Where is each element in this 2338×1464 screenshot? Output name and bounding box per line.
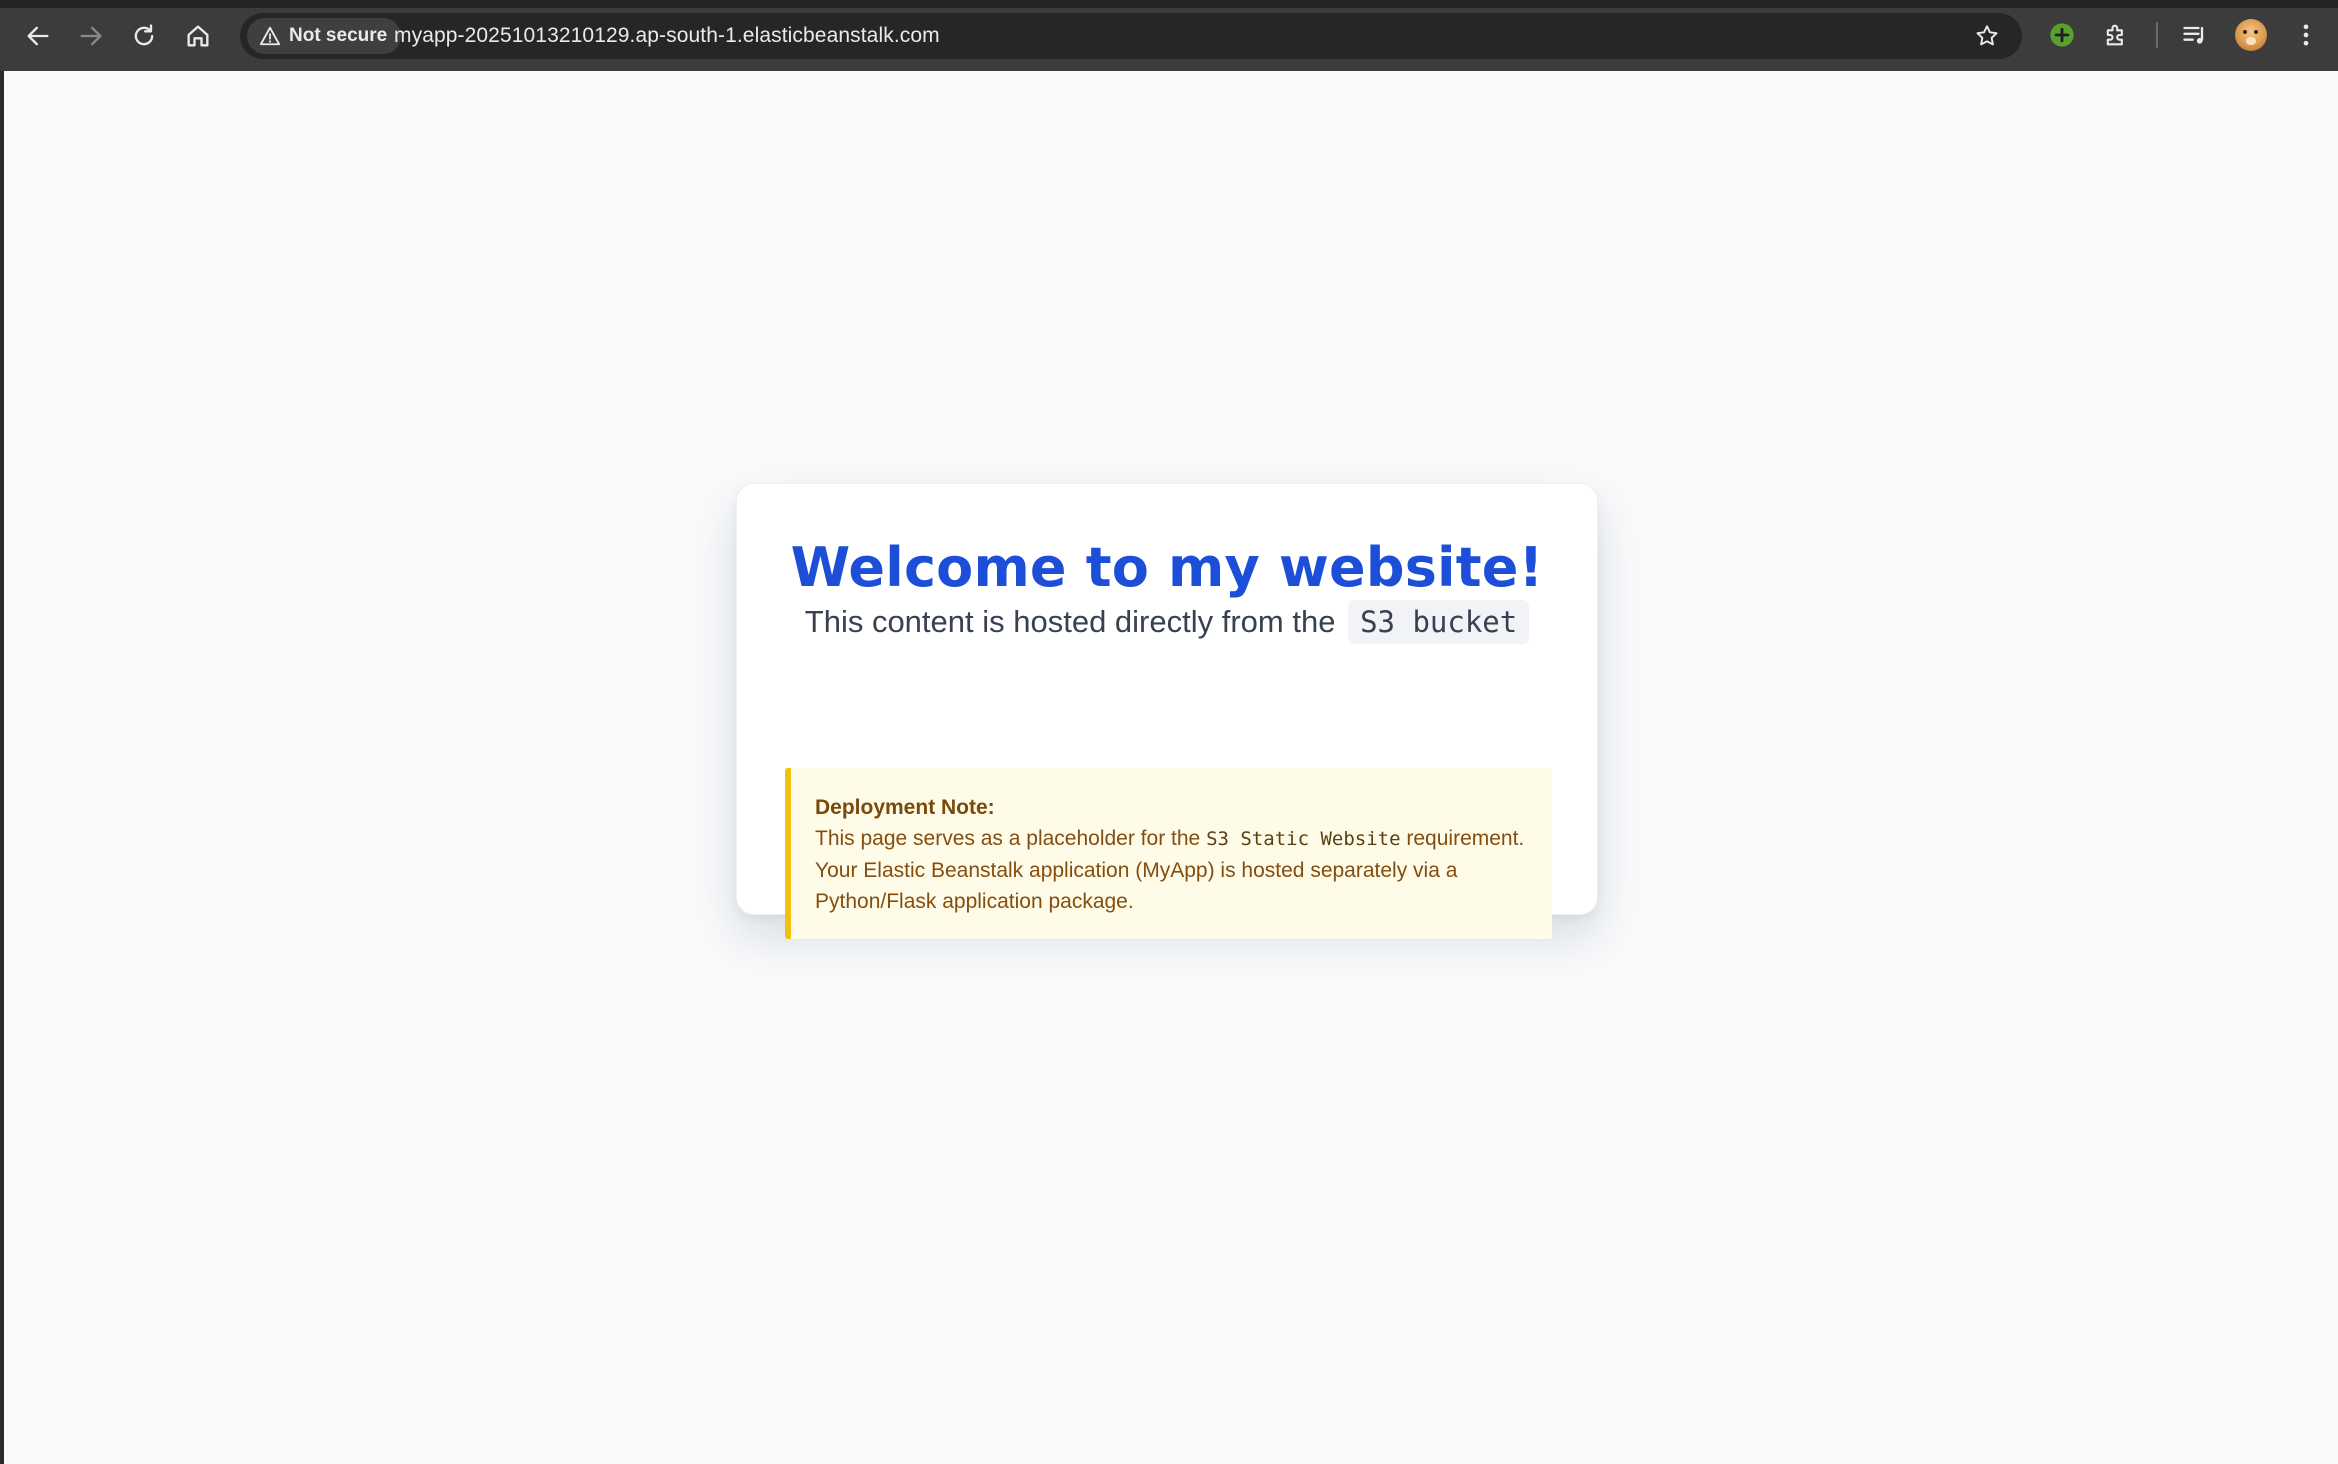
address-bar[interactable]: Not secure myapp-20251013210129.ap-south…: [240, 13, 2022, 59]
security-indicator[interactable]: Not secure: [247, 18, 402, 54]
forward-arrow-icon: [80, 26, 102, 46]
tab-strip: [0, 0, 2338, 8]
security-label: Not secure: [289, 25, 388, 46]
avatar-face: [2246, 37, 2256, 45]
note-heading: Deployment Note:: [815, 796, 995, 819]
url-text[interactable]: myapp-20251013210129.ap-south-1.elasticb…: [394, 24, 940, 48]
warning-triangle-icon: [259, 26, 281, 46]
browser-menu-button[interactable]: [2288, 17, 2324, 53]
hosting-subtitle: This content is hosted directly from the…: [737, 600, 1597, 646]
media-queue-button[interactable]: [2177, 17, 2213, 53]
extension-plus-icon: [2050, 23, 2074, 47]
bookmark-button[interactable]: [1970, 19, 2004, 53]
kebab-menu-icon: [2303, 24, 2309, 46]
media-queue-icon: [2183, 26, 2204, 44]
profile-avatar[interactable]: [2235, 19, 2267, 51]
browser-toolbar: Not secure myapp-20251013210129.ap-south…: [0, 0, 2338, 71]
forward-button[interactable]: [69, 14, 113, 58]
reload-button[interactable]: [122, 14, 166, 58]
note-line-3: Python/Flask application package.: [815, 890, 1134, 913]
note-line-1-suffix: requirement.: [1406, 827, 1525, 850]
note-line-1: This page serves as a placeholder for th…: [815, 823, 1528, 855]
s3-bucket-code: S3 bucket: [1348, 600, 1530, 644]
welcome-card: Welcome to my website! This content is h…: [736, 483, 1598, 939]
extension-button-green[interactable]: [2044, 17, 2080, 53]
puzzle-icon: [2106, 24, 2123, 46]
subtitle-text: This content is hosted directly from the: [804, 604, 1336, 640]
toolbar-divider: [2156, 22, 2158, 48]
reload-icon: [134, 24, 154, 46]
home-button[interactable]: [176, 14, 220, 58]
note-line-1-prefix: This page serves as a placeholder for th…: [815, 827, 1201, 850]
extensions-button[interactable]: [2098, 17, 2134, 53]
home-icon: [187, 25, 209, 47]
back-arrow-icon: [27, 26, 49, 46]
back-button[interactable]: [16, 14, 60, 58]
page-title: Welcome to my website!: [790, 536, 1544, 599]
star-icon: [1976, 25, 1998, 46]
note-line-2: Your Elastic Beanstalk application (MyAp…: [815, 859, 1458, 882]
deployment-note: Deployment Note: This page serves as a p…: [785, 768, 1552, 939]
s3-static-website-code: S3 Static Website: [1206, 828, 1401, 850]
